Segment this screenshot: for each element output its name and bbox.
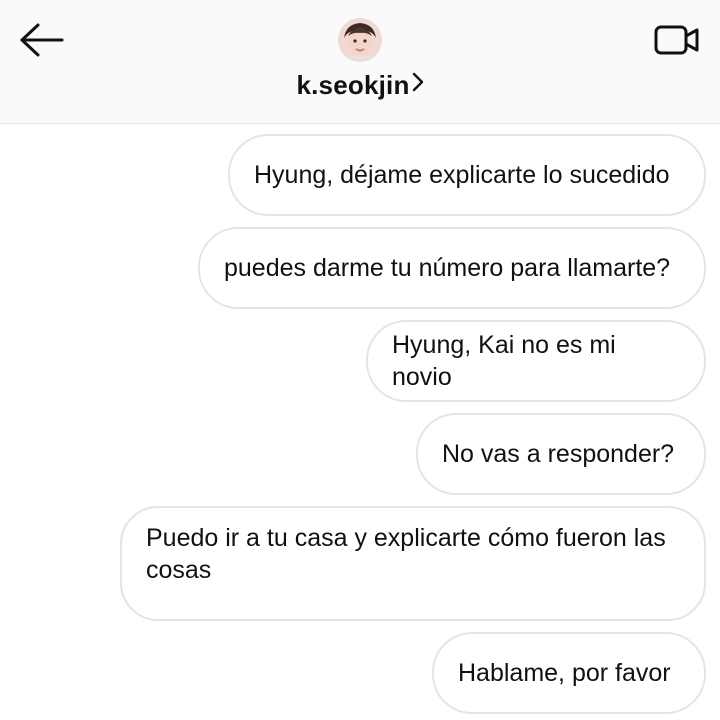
message-text: Hyung, Kai no es mi novio (392, 331, 616, 391)
message-text: Puedo ir a tu casa y explicarte cómo fue… (146, 524, 666, 584)
message-bubble[interactable]: Puedo ir a tu casa y explicarte cómo fue… (120, 506, 706, 621)
chevron-right-icon (412, 68, 424, 99)
message-bubble[interactable]: No vas a responder? (416, 413, 706, 495)
username: k.seokjin (296, 70, 410, 100)
avatar[interactable] (338, 18, 382, 62)
video-call-button[interactable] (652, 20, 702, 60)
message-thread[interactable]: Hyung, déjame explicarte lo sucedido pue… (0, 124, 720, 720)
message-text: Hyung, déjame explicarte lo sucedido (254, 161, 670, 189)
message-text: Hablame, por favor (458, 659, 671, 687)
message-bubble[interactable]: Hyung, Kai no es mi novio (366, 320, 706, 402)
back-arrow-icon (20, 23, 64, 57)
back-button[interactable] (16, 20, 68, 60)
profile-photo (338, 18, 382, 62)
message-bubble[interactable]: Hablame, por favor (432, 632, 706, 714)
message-text: puedes darme tu número para llamarte? (224, 254, 671, 282)
message-text: No vas a responder? (442, 440, 675, 468)
message-bubble[interactable]: Hyung, déjame explicarte lo sucedido (228, 134, 706, 216)
message-bubble[interactable]: puedes darme tu número para llamarte? (198, 227, 706, 309)
video-call-icon (654, 25, 699, 55)
username-link[interactable]: k.seokjin (0, 68, 720, 101)
chat-header: k.seokjin (0, 0, 720, 124)
